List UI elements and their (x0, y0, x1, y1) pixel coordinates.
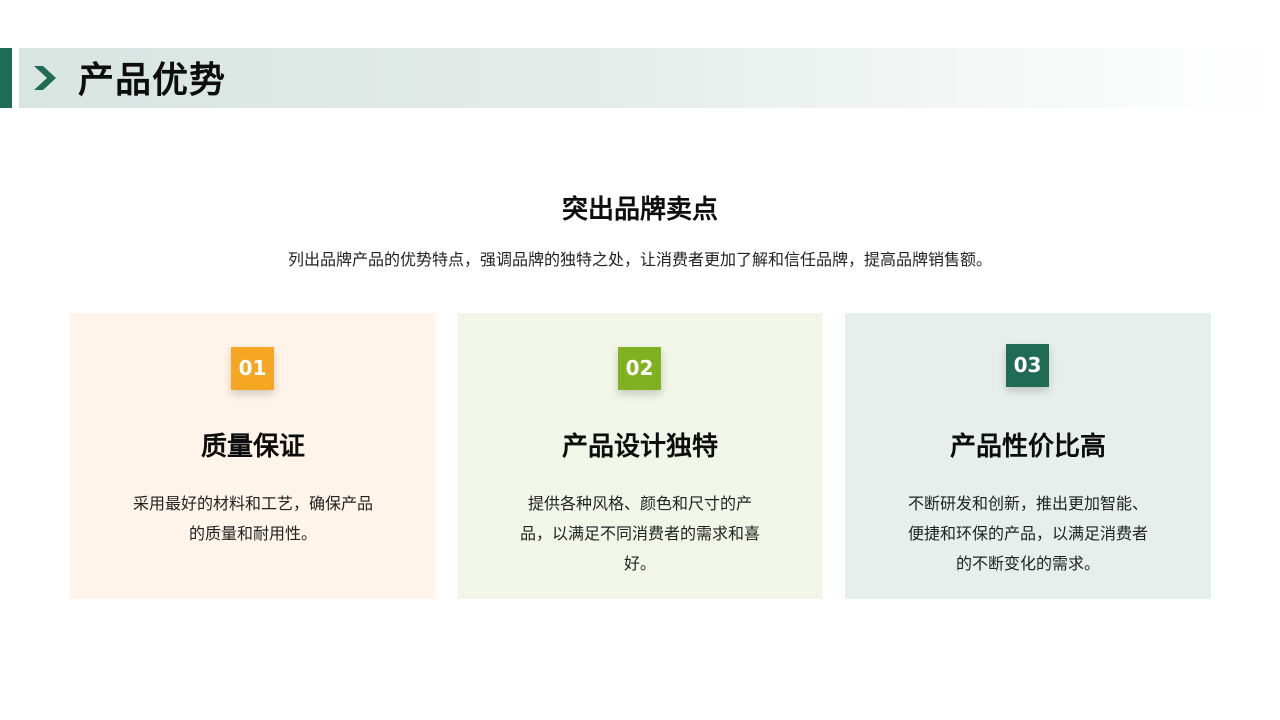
feature-card-design: 02 产品设计独特 提供各种风格、颜色和尺寸的产品，以满足不同消费者的需求和喜好… (457, 313, 823, 599)
section-title: 突出品牌卖点 (561, 195, 718, 225)
card-number-badge: 03 (1006, 344, 1049, 387)
header-accent-bar (0, 48, 12, 108)
card-title: 产品设计独特 (561, 432, 718, 462)
card-description: 不断研发和创新，推出更加智能、便捷和环保的产品，以满足消费者的不断变化的需求。 (908, 494, 1149, 573)
feature-card-quality: 01 质量保证 采用最好的材料和工艺，确保产品的质量和耐用性。 (70, 313, 436, 599)
card-number-badge: 01 (231, 347, 274, 390)
card-title: 产品性价比高 (949, 432, 1106, 462)
section-description: 列出品牌产品的优势特点，强调品牌的独特之处，让消费者更加了解和信任品牌，提高品牌… (287, 250, 992, 269)
card-description: 提供各种风格、颜色和尺寸的产品，以满足不同消费者的需求和喜好。 (520, 494, 761, 573)
card-number-badge: 02 (618, 347, 661, 390)
page-title: 产品优势 (78, 60, 227, 101)
feature-card-value: 03 产品性价比高 不断研发和创新，推出更加智能、便捷和环保的产品，以满足消费者… (845, 313, 1211, 599)
card-title: 质量保证 (200, 432, 305, 462)
chevron-right-icon (34, 66, 56, 90)
card-description: 采用最好的材料和工艺，确保产品的质量和耐用性。 (133, 494, 374, 543)
